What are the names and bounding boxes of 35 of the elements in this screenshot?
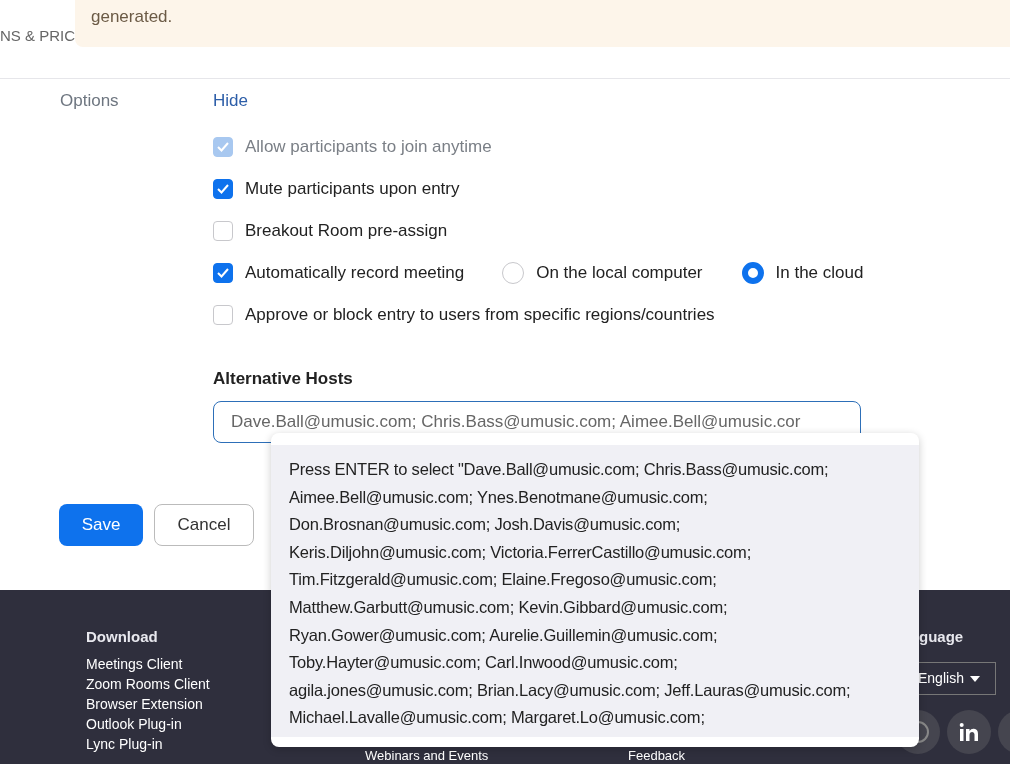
- notice-text: generated.: [91, 7, 173, 26]
- cancel-button[interactable]: Cancel: [154, 504, 254, 546]
- check-icon: [216, 267, 230, 279]
- checkbox-label: Breakout Room pre-assign: [245, 220, 448, 243]
- checkbox[interactable]: [213, 305, 233, 325]
- footer-link[interactable]: Meetings Client: [86, 656, 183, 672]
- footer-heading: Download: [86, 627, 158, 647]
- footer-link[interactable]: Lync Plug-in: [86, 736, 163, 752]
- footer-link[interactable]: Feedback: [628, 748, 686, 763]
- radio-label: On the local computer: [536, 262, 703, 285]
- checkbox[interactable]: [213, 221, 233, 241]
- checkbox-label: Automatically record meeting: [245, 262, 465, 285]
- footer-link[interactable]: Zoom Rooms Client: [86, 676, 210, 692]
- radio-button[interactable]: [741, 262, 764, 284]
- footer-heading: guage: [919, 627, 964, 647]
- footer-link[interactable]: Outlook Plug-in: [86, 716, 182, 732]
- options-label: Options: [59, 90, 120, 112]
- checkbox-label: Allow participants to join anytime: [245, 136, 492, 159]
- footer-link[interactable]: Browser Extension: [86, 696, 203, 712]
- caret-icon: [969, 675, 980, 682]
- field-label: Alternative Hosts: [213, 368, 354, 390]
- footer-link[interactable]: Webinars and Events: [365, 748, 489, 763]
- radio-button[interactable]: [502, 262, 525, 284]
- save-button[interactable]: Save: [59, 504, 143, 546]
- suggestion-item[interactable]: Press ENTER to select "Dave.Ball@umusic.com; Chris.Bass@umusic.com; Aimee.Bell@umusic.com; Ynes.Benotmane@umusic.com; Don.Brosnan@umusic.com; Josh.Davis@umusic.com; Keris.Diljohn@umusic.com; Victoria.FerrerCastillo@umusic.com; Tim.Fitzgerald@umusic.com; Elaine.Fregoso@umusic.com; Matthew.Garbutt@umusic.com; Kevin.Gibbard@umusic.com; Ryan.Gower@umusic.com; Aurelie.Guillemin@umusic.com; Toby.Hayter@umusic.com; Carl.Inwood@umusic.com; agila.jones@umusic.com; Brian.Lacy@umusic.com; Jeff.Lauras@umusic.com; Michael.Lavalle@umusic.com; Margaret.Lo@umusic.com;: [271, 445, 919, 737]
- select-value: English: [918, 669, 964, 688]
- checkbox-label: Mute participants upon entry: [245, 178, 460, 201]
- radio-label: In the cloud: [775, 262, 864, 285]
- hide-link[interactable]: Hide: [213, 91, 248, 110]
- check-icon: [216, 183, 230, 195]
- checkbox-label: Approve or block entry to users from specific regions/countries: [245, 304, 715, 327]
- checkbox[interactable]: [213, 263, 233, 283]
- linkedin-icon[interactable]: [947, 710, 991, 754]
- checkbox[interactable]: [213, 179, 233, 199]
- nav-link[interactable]: NS & PRIC: [0, 0, 75, 78]
